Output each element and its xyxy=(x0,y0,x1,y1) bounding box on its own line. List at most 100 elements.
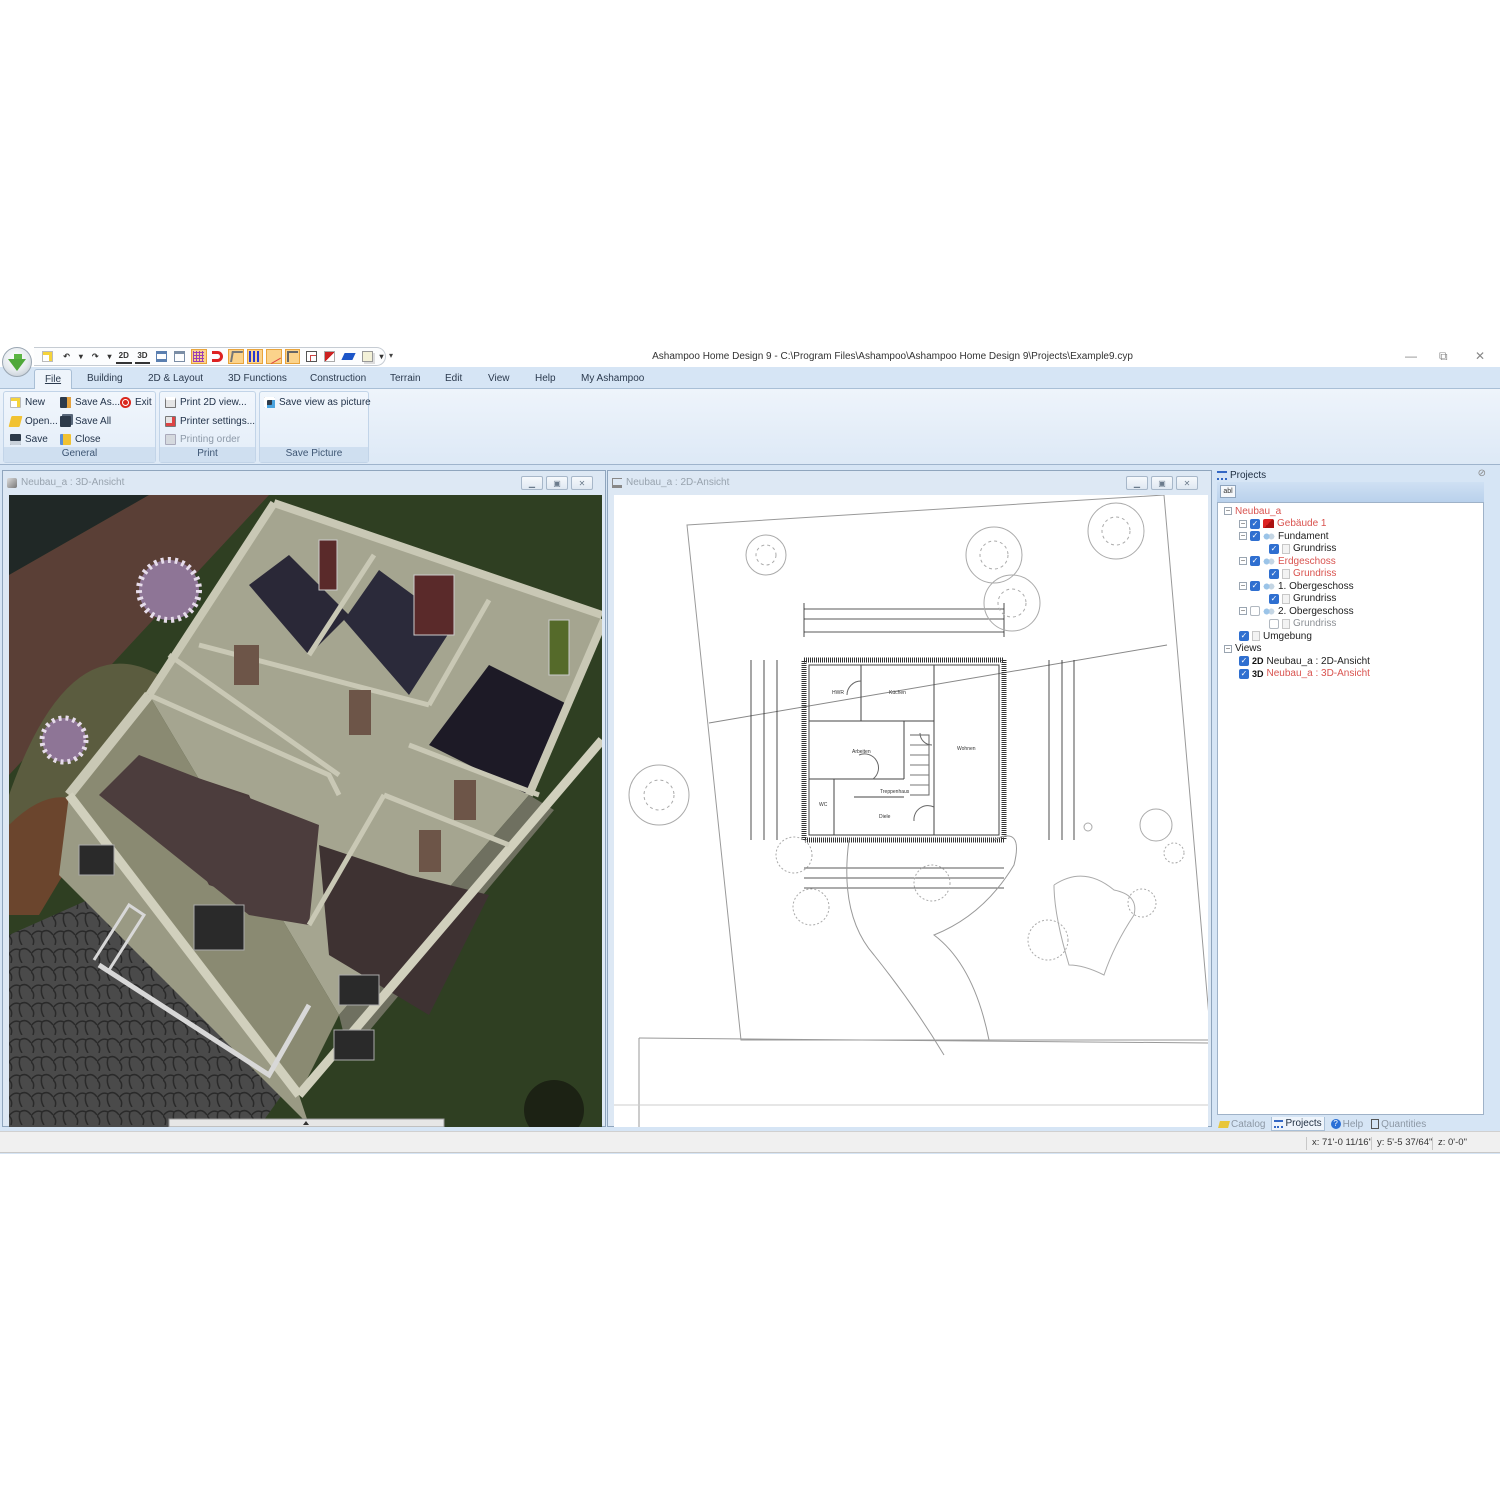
collapse-toggle[interactable]: − xyxy=(1224,644,1232,653)
tab-catalog[interactable]: Catalog xyxy=(1217,1117,1267,1131)
visibility-checkbox[interactable]: ✓ xyxy=(1239,631,1249,641)
room-label: HWR xyxy=(832,690,844,696)
tree-node[interactable]: ✓ Umgebung xyxy=(1239,630,1312,642)
minimize-view-button[interactable]: ▁ xyxy=(521,476,543,490)
collapse-toggle[interactable]: − xyxy=(1224,507,1232,515)
window xyxy=(333,1029,375,1061)
app-menu-button[interactable] xyxy=(2,347,32,377)
floor-level-icon xyxy=(1263,581,1275,591)
close-project-button[interactable]: Close xyxy=(60,434,101,445)
printing-order-button[interactable]: Printing order xyxy=(165,434,240,445)
viewport-2d[interactable]: HWR Küchen Arbeiten Wohnen Treppenhaus W… xyxy=(614,495,1208,1127)
collapse-toggle[interactable]: − xyxy=(1239,532,1247,540)
save-view-as-picture-label: Save view as picture xyxy=(279,397,371,408)
visibility-checkbox[interactable] xyxy=(1250,606,1260,616)
ribbon-group-general: New Open... Save Save As... Save All Clo… xyxy=(3,391,156,463)
collapse-toggle[interactable]: − xyxy=(1239,519,1247,528)
room-label: Arbeiten xyxy=(852,749,871,755)
visibility-checkbox[interactable]: ✓ xyxy=(1250,531,1260,541)
maximize-view-button[interactable]: ▣ xyxy=(546,476,568,490)
ribbon-group-print: Print 2D view... Printer settings... Pri… xyxy=(159,391,256,463)
tab-quantities[interactable]: Quantities xyxy=(1369,1117,1428,1131)
tab-view[interactable]: View xyxy=(488,373,510,384)
tree-node[interactable]: − Neubau_a xyxy=(1224,505,1281,517)
save-all-button[interactable]: Save All xyxy=(60,416,111,427)
collapse-toggle[interactable]: − xyxy=(1239,557,1247,565)
view-3d-window-controls: ▁ ▣ ✕ xyxy=(521,476,593,490)
project-tree[interactable]: − Neubau_a − ✓ Gebäude 1− ✓ Fundament ✓ Grundris… xyxy=(1217,502,1484,1115)
door xyxy=(349,690,371,735)
tab-construction[interactable]: Construction xyxy=(310,373,366,384)
restore-button[interactable]: ⧉ xyxy=(1439,349,1448,364)
save-view-as-picture-button[interactable]: Save view as picture xyxy=(264,397,371,408)
view-3d-titlebar: Neubau_a : 3D-Ansicht xyxy=(7,477,124,488)
tab-building[interactable]: Building xyxy=(87,373,123,384)
tab-projects[interactable]: Projects xyxy=(1271,1117,1325,1131)
room-label: WC xyxy=(819,802,828,808)
document-icon xyxy=(1282,618,1290,629)
close-button[interactable]: ✕ xyxy=(1475,349,1485,363)
tab-edit[interactable]: Edit xyxy=(445,373,462,384)
tab-my-ashampoo[interactable]: My Ashampoo xyxy=(581,373,644,384)
pin-icon[interactable]: ⊘ xyxy=(1478,468,1486,479)
print-2d-view-button[interactable]: Print 2D view... xyxy=(165,397,247,408)
tree-node-label: Grundriss xyxy=(1293,568,1337,579)
view-2d-window-controls: ▁ ▣ ✕ xyxy=(1126,476,1198,490)
close-view-button[interactable]: ✕ xyxy=(1176,476,1198,490)
open-button[interactable]: Open... xyxy=(8,416,58,427)
collapse-toggle[interactable]: − xyxy=(1239,607,1247,615)
print-2d-view-label: Print 2D view... xyxy=(180,397,247,408)
save-button[interactable]: Save xyxy=(10,434,48,445)
tab-3d-functions[interactable]: 3D Functions xyxy=(228,373,287,384)
new-button[interactable]: New xyxy=(10,397,45,408)
coord-y: y: 5'-5 37/64" xyxy=(1371,1137,1432,1150)
minimize-view-button[interactable]: ▁ xyxy=(1126,476,1148,490)
close-view-button[interactable]: ✕ xyxy=(571,476,593,490)
visibility-checkbox[interactable] xyxy=(1269,618,1279,629)
minimize-button[interactable]: — xyxy=(1405,349,1417,363)
tree-node[interactable]: − ✓ Fundament xyxy=(1239,530,1329,542)
document-icon xyxy=(1252,631,1260,641)
collapse-toggle[interactable]: − xyxy=(1239,582,1247,590)
view-2d-window: Neubau_a : 2D-Ansicht ▁ ▣ ✕ HWR Küchen A… xyxy=(607,470,1212,1127)
close-folder-icon xyxy=(60,434,71,445)
printer-settings-button[interactable]: Printer settings... xyxy=(165,416,255,427)
tree-node[interactable]: − ✓ Gebäude 1 xyxy=(1239,518,1327,530)
tree-node[interactable]: − 2. Obergeschoss xyxy=(1239,605,1354,617)
status-bar: x: 71'-0 11/16" y: 5'-5 37/64" z: 0'-0" xyxy=(0,1131,1500,1153)
tree-node[interactable]: − ✓ 1. Obergeschoss xyxy=(1239,580,1354,592)
projects-toolbar: abl xyxy=(1217,482,1484,502)
visibility-checkbox[interactable]: ✓ xyxy=(1250,518,1260,529)
exit-button[interactable]: Exit xyxy=(120,397,152,408)
tree-node[interactable]: Grundriss xyxy=(1269,618,1336,630)
new-icon xyxy=(10,397,21,408)
tab-terrain[interactable]: Terrain xyxy=(390,373,421,384)
tree-node[interactable]: − Views xyxy=(1224,643,1262,655)
visibility-checkbox[interactable]: ✓ xyxy=(1269,568,1279,579)
visibility-checkbox[interactable]: ✓ xyxy=(1269,543,1279,554)
rename-button[interactable]: abl xyxy=(1220,485,1236,498)
tree-node[interactable]: ✓ Grundriss xyxy=(1269,568,1336,580)
printing-order-label: Printing order xyxy=(180,434,241,445)
exit-label: Exit xyxy=(135,397,152,408)
tree-node[interactable]: ✓ Grundriss xyxy=(1269,593,1336,605)
tree-node[interactable]: ✓ 2D Neubau_a : 2D-Ansicht xyxy=(1239,655,1370,667)
tab-help-panel[interactable]: ? Help xyxy=(1329,1117,1366,1131)
tab-file[interactable]: File xyxy=(34,369,72,390)
tab-2d-layout[interactable]: 2D & Layout xyxy=(148,373,203,384)
tree-node[interactable]: ✓ Grundriss xyxy=(1269,543,1336,555)
visibility-checkbox[interactable]: ✓ xyxy=(1250,581,1260,591)
visibility-checkbox[interactable]: ✓ xyxy=(1269,593,1279,604)
floor-level-icon xyxy=(1263,556,1275,566)
save-as-button[interactable]: Save As... xyxy=(60,397,120,408)
visibility-checkbox[interactable]: ✓ xyxy=(1239,656,1249,666)
visibility-checkbox[interactable]: ✓ xyxy=(1250,556,1260,566)
tab-catalog-label: Catalog xyxy=(1231,1118,1266,1130)
tree-node[interactable]: ✓ 3D Neubau_a : 3D-Ansicht xyxy=(1239,668,1370,680)
tab-help[interactable]: Help xyxy=(535,373,556,384)
power-icon xyxy=(120,397,131,408)
visibility-checkbox[interactable]: ✓ xyxy=(1239,668,1249,679)
maximize-view-button[interactable]: ▣ xyxy=(1151,476,1173,490)
tree-node[interactable]: − ✓ Erdgeschoss xyxy=(1239,555,1336,567)
viewport-3d[interactable] xyxy=(9,495,602,1127)
